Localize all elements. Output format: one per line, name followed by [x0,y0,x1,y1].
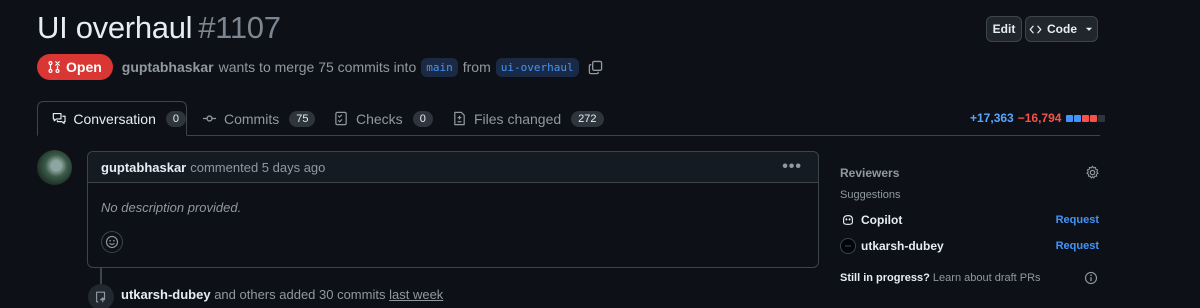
git-pull-request-closed-icon [48,61,60,73]
request-review-button[interactable]: Request [1056,240,1099,252]
comment-box: guptabhaskar commented 5 days ago ••• No… [87,151,819,268]
comment-author[interactable]: guptabhaskar [101,160,186,175]
status-badge: Open [37,54,113,80]
code-button-label: Code [1047,22,1077,36]
copy-icon[interactable] [588,60,603,75]
reviewer-row: Copilot Request [840,211,1099,229]
pr-meta: Open guptabhaskar wants to merge 75 comm… [37,54,603,80]
request-review-button[interactable]: Request [1056,214,1099,226]
tab-label: Conversation [73,110,156,127]
status-label: Open [66,59,102,75]
comment-timestamp: commented 5 days ago [190,159,326,175]
draft-link[interactable]: Learn about draft PRs [933,272,1041,284]
diffstat-bar [1074,114,1082,122]
tab-checks[interactable]: Checks 0 [334,101,433,136]
gear-icon[interactable] [1085,165,1100,180]
comment-header: guptabhaskar commented 5 days ago [88,152,818,183]
draft-hint: Still in progress? Learn about draft PRs [840,272,1041,284]
event-author[interactable]: utkarsh-dubey [121,287,211,302]
deletions-count: −16,794 [1017,111,1062,125]
reviewer-name: Copilot [861,213,903,227]
comment-discussion-icon [52,112,66,125]
smiley-icon [105,235,119,249]
tab-conversation[interactable]: Conversation 0 [37,101,187,136]
info-icon[interactable] [1084,271,1098,285]
reviewer-row: utkarsh-dubey Request [840,237,1099,255]
avatar[interactable] [37,150,72,185]
pr-title: UI overhaul [37,10,193,45]
checklist-icon [335,111,347,126]
copilot-icon [840,212,856,228]
diffstat-bar [1098,114,1106,122]
diffstat-bar [1090,114,1098,122]
merge-text: wants to merge 75 commits into [218,59,417,75]
additions-count: +17,363 [970,111,1014,125]
diffstat-bar [1082,114,1090,122]
kebab-horizontal-icon[interactable]: ••• [782,158,802,176]
reviewers-heading: Reviewers [840,166,900,180]
tab-counter: 0 [412,110,433,127]
code-icon [1029,25,1042,33]
event-time-link[interactable]: last week [389,287,443,302]
pr-number: #1107 [198,10,281,45]
tab-counter: 0 [165,110,186,127]
event-text: and others added 30 commits [214,287,386,302]
tab-label: Checks [356,110,403,127]
suggestions-label: Suggestions [840,189,901,201]
repo-push-icon [96,291,106,303]
diffstat: +17,363 −16,794 [970,111,1106,125]
tab-counter: 75 [289,110,316,127]
tab-files-changed[interactable]: Files changed 272 [452,101,604,136]
timeline-event: utkarsh-dubey and others added 30 commit… [121,287,443,302]
file-diff-icon [454,111,465,126]
avatar [840,238,856,254]
timeline-line [100,268,102,284]
tab-label: Commits [224,110,280,127]
tab-label: Files changed [474,110,562,127]
head-branch[interactable]: ui-overhaul [495,57,579,77]
page-title: UI overhaul #1107 [37,10,281,46]
add-reaction-button[interactable] [101,231,123,253]
pr-author-link[interactable]: guptabhaskar [122,59,214,75]
comment-body: No description provided. [101,200,242,215]
reviewer-name: utkarsh-dubey [861,239,944,253]
from-text: from [462,59,491,75]
edit-button[interactable]: Edit [986,16,1022,42]
pr-tabs: Conversation 0 Commits 75 Checks 0 Files… [37,101,1100,136]
code-button[interactable]: Code [1025,16,1098,42]
draft-question: Still in progress? [840,272,930,284]
git-commit-icon [202,115,217,122]
event-badge [88,284,114,308]
tab-counter: 272 [571,110,604,127]
base-branch[interactable]: main [421,57,458,77]
diffstat-bar [1066,114,1074,122]
diffstat-bars [1066,114,1106,122]
triangle-down-icon [1085,27,1093,31]
tab-commits[interactable]: Commits 75 [202,101,316,136]
